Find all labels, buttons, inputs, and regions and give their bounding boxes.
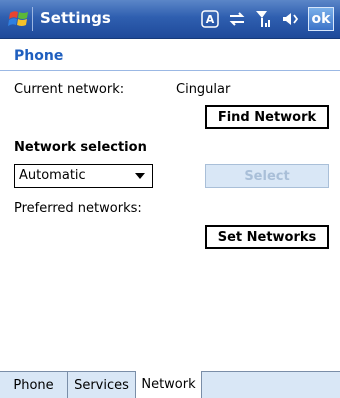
tab-bar-filler	[202, 371, 340, 398]
tab-phone[interactable]: Phone	[0, 371, 68, 398]
status-icons: A ok	[200, 6, 334, 32]
tab-network[interactable]: Network	[136, 371, 202, 398]
current-network-label: Current network:	[14, 82, 125, 97]
signal-strength-icon[interactable]	[254, 9, 274, 29]
title-separator	[32, 7, 33, 31]
window-title: Settings	[40, 9, 111, 27]
network-selection-dropdown[interactable]: Automatic	[14, 164, 153, 188]
windows-start-icon[interactable]	[7, 7, 31, 31]
select-button[interactable]: Select	[205, 164, 329, 188]
preferred-networks-label: Preferred networks:	[14, 201, 142, 216]
find-network-button[interactable]: Find Network	[205, 105, 329, 129]
input-method-icon[interactable]: A	[200, 9, 220, 29]
set-networks-button[interactable]: Set Networks	[205, 225, 329, 249]
current-network-value: Cingular	[176, 82, 231, 97]
title-bar: Settings A ok	[0, 0, 340, 39]
volume-icon[interactable]	[281, 9, 301, 29]
page-title: Phone	[14, 48, 64, 64]
connectivity-icon[interactable]	[227, 9, 247, 29]
dropdown-selected-value: Automatic	[19, 168, 86, 183]
chevron-down-icon	[135, 173, 145, 179]
network-selection-heading: Network selection	[14, 140, 147, 155]
header-divider	[0, 70, 340, 71]
ok-button[interactable]: ok	[308, 7, 334, 31]
tab-services[interactable]: Services	[68, 371, 136, 398]
svg-text:A: A	[206, 13, 215, 26]
